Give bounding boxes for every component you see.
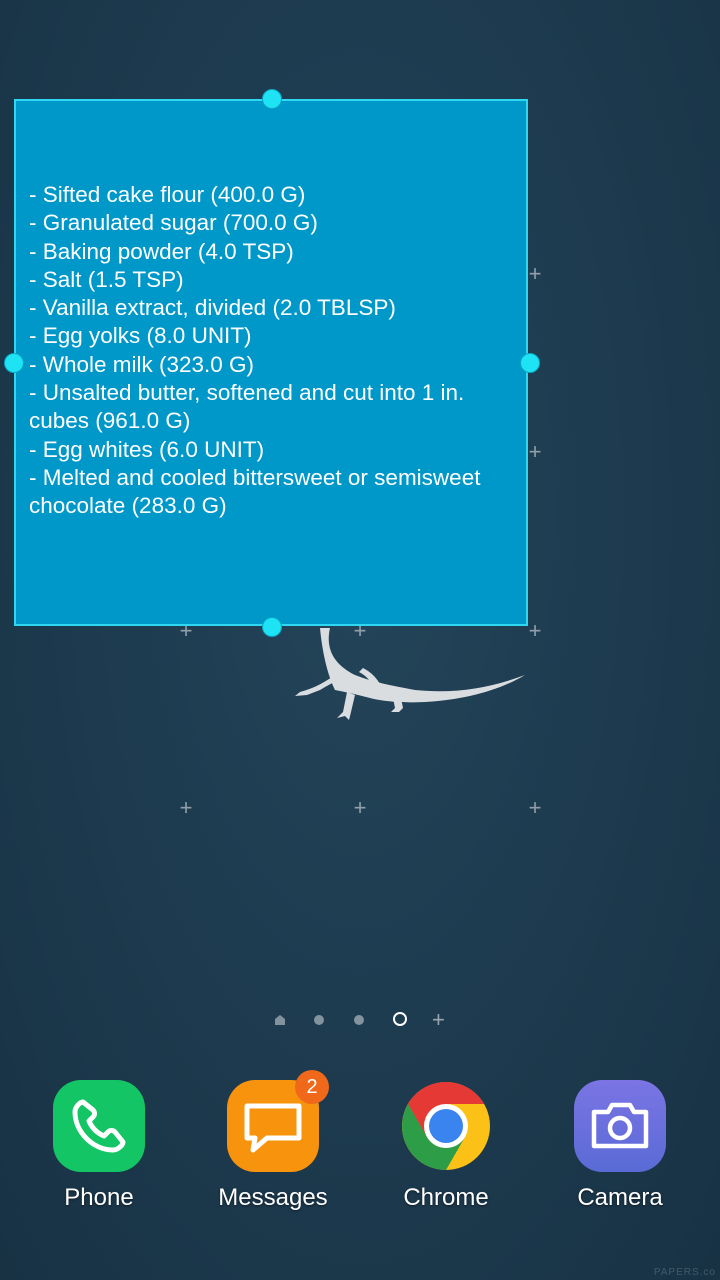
ingredients-note-widget[interactable]: - Sifted cake flour (400.0 G) - Granulate…: [14, 99, 528, 626]
dock-app-messages[interactable]: 2 Messages: [208, 1070, 338, 1220]
ingredient-line: - Egg whites (6.0 UNIT): [29, 436, 265, 462]
phone-icon: [53, 1080, 145, 1172]
current-page-dot[interactable]: [393, 1012, 407, 1026]
add-page-icon[interactable]: +: [432, 1009, 445, 1031]
page-dot[interactable]: [314, 1015, 324, 1025]
ingredient-line: - Granulated sugar (700.0 G): [29, 210, 318, 236]
ingredient-line: - Egg yolks (8.0 UNIT): [29, 323, 252, 349]
chrome-icon: [400, 1080, 492, 1172]
ingredient-line: - Vanilla extract, divided (2.0 TBLSP): [29, 295, 396, 321]
unread-count-badge: 2: [295, 1070, 329, 1104]
ingredient-line: - Salt (1.5 TSP): [29, 266, 184, 292]
messages-icon: 2: [227, 1070, 329, 1172]
grid-add-icon[interactable]: +: [527, 441, 543, 463]
grid-add-icon[interactable]: +: [527, 263, 543, 285]
resize-handle-bottom[interactable]: [262, 617, 282, 637]
grid-add-icon[interactable]: +: [178, 797, 194, 819]
camera-icon: [574, 1080, 666, 1172]
ingredient-line: - Baking powder (4.0 TSP): [29, 238, 294, 264]
ingredient-line: - Sifted cake flour (400.0 G): [29, 182, 306, 207]
resize-handle-top[interactable]: [262, 89, 282, 109]
dock-app-phone[interactable]: Phone: [34, 1080, 164, 1220]
home-page-icon[interactable]: [275, 1015, 285, 1025]
ingredients-list-text: - Sifted cake flour (400.0 G) - Granulate…: [29, 181, 514, 521]
dock-app-chrome[interactable]: Chrome: [381, 1080, 511, 1220]
resize-handle-left[interactable]: [4, 353, 24, 373]
resize-handle-right[interactable]: [520, 353, 540, 373]
app-label: Messages: [218, 1184, 328, 1211]
page-indicator: +: [0, 1009, 720, 1031]
grid-add-icon[interactable]: +: [352, 797, 368, 819]
page-dot[interactable]: [354, 1015, 364, 1025]
lizard-wallpaper-graphic: [295, 628, 525, 720]
app-label: Phone: [64, 1184, 134, 1211]
app-label: Chrome: [403, 1184, 489, 1211]
ingredient-line: - Whole milk (323.0 G): [29, 351, 255, 377]
wallpaper-watermark: PAPERS.co: [653, 1267, 716, 1278]
grid-add-icon[interactable]: +: [527, 797, 543, 819]
ingredient-line: - Melted and cooled bittersweet or semis…: [29, 464, 487, 519]
ingredient-line: - Unsalted butter, softened and cut into…: [29, 380, 471, 434]
dock-app-camera[interactable]: Camera: [555, 1080, 685, 1220]
app-label: Camera: [577, 1184, 663, 1211]
